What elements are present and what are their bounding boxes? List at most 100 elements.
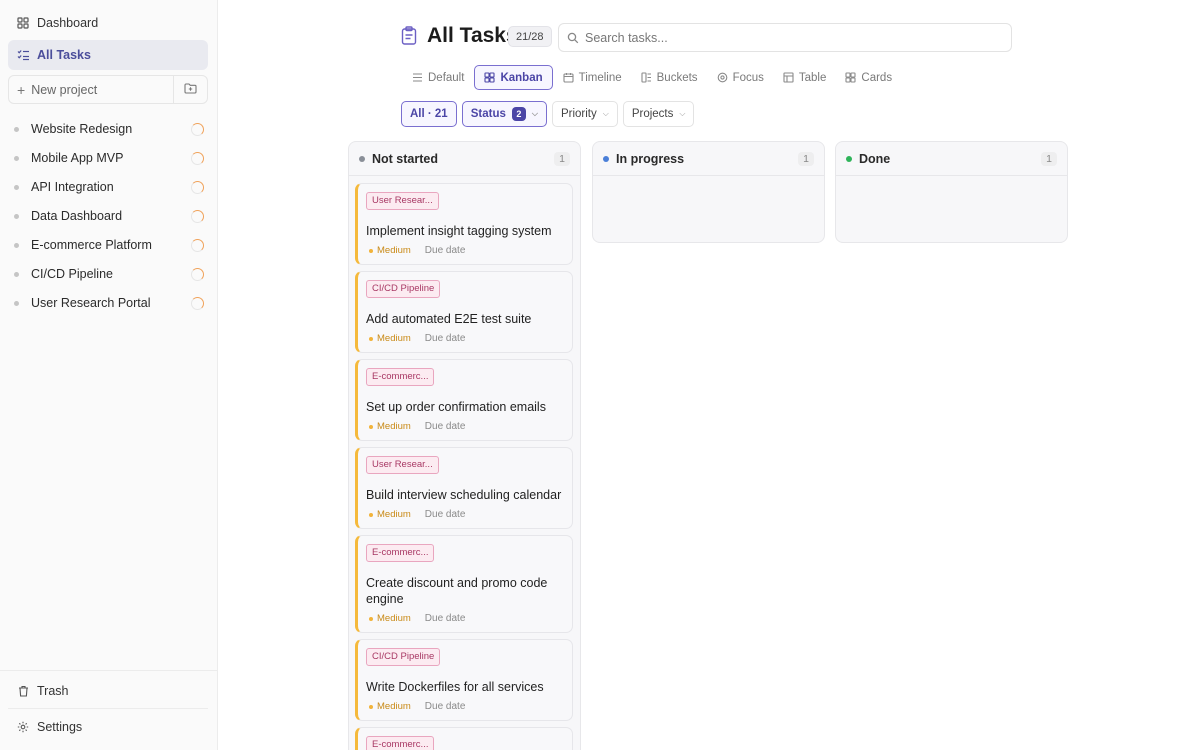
task-card[interactable]: CI/CD Pipeline Add automated E2E test su… [355, 271, 573, 353]
task-card[interactable]: E-commerc... [355, 727, 573, 750]
status-dot [846, 155, 852, 162]
project-tag[interactable]: User Resear... [366, 192, 439, 210]
column-count: 1 [1041, 151, 1057, 166]
priority-badge[interactable]: Medium [369, 613, 411, 624]
due-date-button[interactable]: Due date [425, 421, 466, 432]
column-title: In progress [616, 151, 685, 166]
priority-badge[interactable]: Medium [369, 245, 411, 256]
column-not-started: Not started 1 User Resear... Implement i… [348, 141, 581, 750]
tab-kanban[interactable]: Kanban [474, 65, 553, 90]
task-count-badge: 21/28 [508, 26, 552, 47]
project-item-ci-cd-pipeline[interactable]: CI/CD Pipeline [14, 262, 204, 286]
column-header: Done 1 [836, 142, 1067, 176]
tab-label: Default [428, 71, 465, 84]
due-date-button[interactable]: Due date [425, 509, 466, 520]
priority-badge[interactable]: Medium [369, 509, 411, 520]
progress-ring-icon [191, 209, 204, 223]
due-date-button[interactable]: Due date [425, 333, 466, 344]
progress-ring-icon [191, 180, 204, 194]
priority-label: Medium [377, 245, 411, 256]
task-meta: Medium Due date [366, 245, 562, 256]
trash-icon [16, 684, 30, 698]
search-input[interactable] [585, 30, 985, 45]
tab-table[interactable]: Table [774, 65, 836, 90]
search-box [558, 23, 1012, 52]
task-meta: Medium Due date [366, 333, 562, 344]
task-title: Implement insight tagging system [366, 224, 552, 238]
task-title: Build interview scheduling calendar [366, 488, 562, 502]
priority-badge[interactable]: Medium [369, 701, 411, 712]
due-date-button[interactable]: Due date [425, 701, 466, 712]
clipboard-icon [401, 26, 419, 46]
grid-icon [16, 16, 30, 30]
project-item-user-research-portal[interactable]: User Research Portal [14, 291, 204, 315]
project-dot [14, 126, 19, 132]
project-item-data-dashboard[interactable]: Data Dashboard [14, 204, 204, 228]
sidebar-item-all-tasks[interactable]: All Tasks [8, 40, 208, 70]
tab-label: Kanban [500, 71, 543, 84]
project-name: CI/CD Pipeline [31, 267, 113, 281]
filter-projects[interactable]: Projects ⌵ [622, 101, 695, 127]
task-title: Create discount and promo code engine [366, 576, 548, 606]
tab-label: Buckets [656, 71, 698, 84]
filter-label: All · 21 [410, 108, 448, 120]
filter-all[interactable]: All · 21 [401, 101, 457, 127]
column-dropzone[interactable] [836, 176, 1067, 242]
project-tag[interactable]: CI/CD Pipeline [366, 648, 441, 666]
tab-cards[interactable]: Cards [836, 65, 901, 90]
project-tag[interactable]: E-commerc... [366, 368, 435, 386]
project-dot [14, 300, 19, 306]
priority-dot-icon [369, 704, 373, 709]
task-card[interactable]: User Resear... Implement insight tagging… [355, 183, 573, 265]
chevron-down-icon: ⌵ [531, 109, 538, 118]
task-card[interactable]: CI/CD Pipeline Write Dockerfiles for all… [355, 639, 573, 721]
new-project-button[interactable]: + New project [9, 76, 174, 103]
project-tag[interactable]: E-commerc... [366, 736, 435, 750]
project-item-api-integration[interactable]: API Integration [14, 175, 204, 199]
priority-label: Medium [377, 333, 411, 344]
filter-label: Priority [560, 108, 597, 120]
task-card[interactable]: E-commerc... Create discount and promo c… [355, 535, 573, 633]
priority-badge[interactable]: Medium [369, 333, 411, 344]
column-header: In progress 1 [593, 142, 824, 176]
sidebar-divider [0, 670, 217, 671]
project-item-mobile-app-mvp[interactable]: Mobile App MVP [14, 146, 204, 170]
task-card[interactable]: E-commerc... Set up order confirmation e… [355, 359, 573, 441]
plus-icon: + [17, 81, 26, 98]
tab-timeline[interactable]: Timeline [554, 65, 631, 90]
new-folder-button[interactable] [174, 82, 207, 97]
project-item-website-redesign[interactable]: Website Redesign [14, 117, 204, 141]
progress-ring-icon [191, 267, 204, 281]
due-date-button[interactable]: Due date [425, 613, 466, 624]
priority-dot-icon [369, 248, 373, 253]
project-dot [14, 242, 19, 248]
priority-badge[interactable]: Medium [369, 421, 411, 432]
project-item-e-commerce-platform[interactable]: E-commerce Platform [14, 233, 204, 257]
sidebar-item-settings[interactable]: Settings [8, 712, 208, 742]
sidebar-item-label: All Tasks [37, 48, 91, 62]
filter-bar: All · 21 Status 2 ⌵ Priority ⌵ Projects … [401, 101, 699, 127]
task-card[interactable]: User Resear... Build interview schedulin… [355, 447, 573, 529]
project-tag[interactable]: CI/CD Pipeline [366, 280, 441, 298]
project-tag[interactable]: E-commerc... [366, 544, 435, 562]
task-title: Set up order confirmation emails [366, 400, 546, 414]
sidebar-item-trash[interactable]: Trash [8, 676, 208, 706]
tab-default[interactable]: Default [403, 65, 473, 90]
buckets-icon [641, 72, 652, 83]
due-date-button[interactable]: Due date [425, 245, 466, 256]
project-tag[interactable]: User Resear... [366, 456, 439, 474]
checklist-icon [16, 48, 30, 62]
sidebar-item-dashboard[interactable]: Dashboard [8, 8, 208, 38]
priority-dot-icon [369, 616, 373, 621]
tab-buckets[interactable]: Buckets [632, 65, 707, 90]
project-name: Data Dashboard [31, 209, 123, 223]
priority-label: Medium [377, 701, 411, 712]
tab-focus[interactable]: Focus [708, 65, 773, 90]
sidebar-item-label: Trash [37, 684, 69, 698]
column-title: Not started [372, 151, 438, 166]
filter-priority[interactable]: Priority ⌵ [551, 101, 618, 127]
status-dot [603, 155, 609, 162]
filter-status[interactable]: Status 2 ⌵ [461, 101, 547, 127]
column-dropzone[interactable] [593, 176, 824, 242]
cards-icon [845, 72, 856, 83]
